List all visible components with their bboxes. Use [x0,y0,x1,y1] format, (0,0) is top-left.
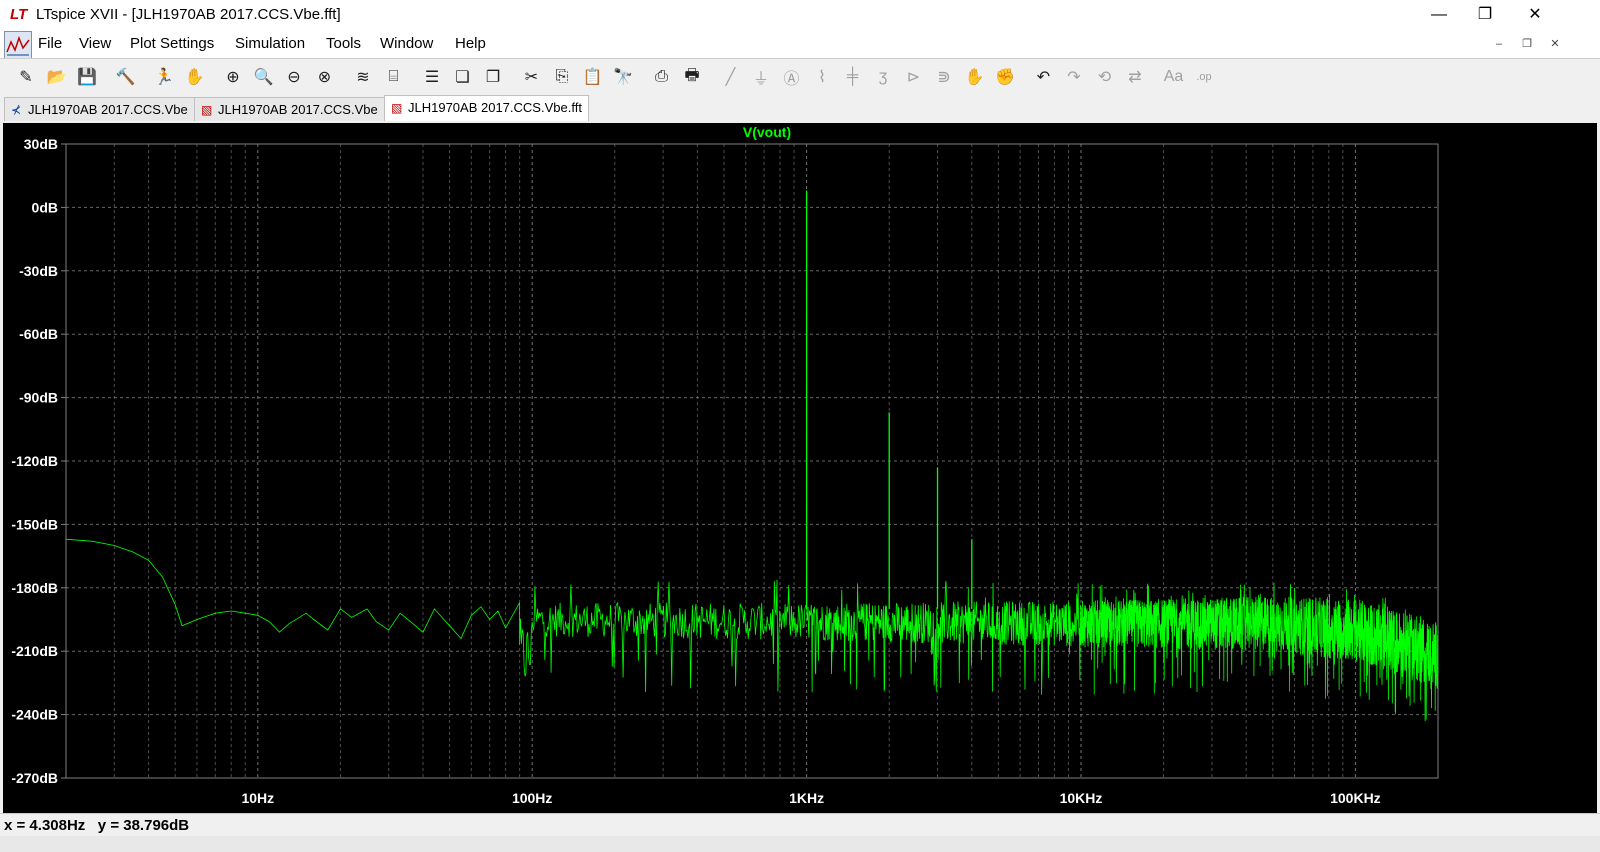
y-tick-label: -60dB [19,326,58,342]
text-icon[interactable]: Aa [1162,65,1186,89]
waveform-icon: ▧ [391,101,403,115]
move-icon[interactable]: ✋ [963,65,987,89]
ground-icon[interactable]: ⏚ [749,65,773,89]
run-icon[interactable]: 🏃 [152,65,176,89]
drag-icon[interactable]: ✊ [993,65,1017,89]
tab-label: JLH1970AB 2017.CCS.Vbe.fft [408,100,582,115]
y-tick-label: 0dB [32,199,58,215]
halt-icon[interactable]: ✋ [183,65,207,89]
menu-window[interactable]: Window [380,35,433,52]
mdi-close-button[interactable]: ✕ [1544,34,1566,54]
x-tick-label: 1KHz [789,790,824,806]
zoom-fit-icon[interactable]: ⊗ [313,65,337,89]
plot-window[interactable]: 30dB 0dB -30dB -60dB -90dB -120dB -150dB -180dB… [3,123,1597,813]
cascade-icon[interactable]: ❏ [451,65,475,89]
trace-vout [65,538,1439,722]
document-tabs: ⊀ JLH1970AB 2017.CCS.Vbe ▧ JLH1970AB 2017.… [0,95,1600,122]
open-icon[interactable]: 📂 [45,65,69,89]
waveform-icon: ▧ [201,103,213,117]
menu-plot-settings[interactable]: Plot Settings [130,35,214,52]
paste-icon[interactable]: 📋 [581,65,605,89]
trace-title: V(vout) [743,124,791,140]
y-tick-label: -210dB [11,643,58,659]
mdi-restore-button[interactable]: ❐ [1516,34,1538,54]
ltspice-logo-icon: LT [10,6,28,23]
mirror-icon[interactable]: ⇄ [1123,65,1147,89]
undo-icon[interactable]: ↶ [1032,65,1056,89]
inductor-icon[interactable]: ʒ [871,65,895,89]
copy-icon[interactable]: ⎘ [550,65,574,89]
status-bar: x = 4.308Hz y = 38.796dB [0,813,1600,836]
x-tick-label: 100Hz [512,790,552,806]
tile-vertical-icon[interactable]: ❐ [481,65,505,89]
y-tick-label: -150dB [11,516,58,532]
fft-plot[interactable]: 30dB 0dB -30dB -60dB -90dB -120dB -150dB -180dB… [3,123,1597,813]
x-tick-label: 10KHz [1060,790,1103,806]
rotate-icon[interactable]: ⟲ [1093,65,1117,89]
cursor-readout: x = 4.308Hz y = 38.796dB [4,817,190,834]
diode-icon[interactable]: ⊳ [902,65,926,89]
print-setup-icon[interactable]: 🖶 [680,65,704,89]
pan-icon[interactable]: 🔍 [252,65,276,89]
save-icon[interactable]: 💾 [75,65,99,89]
menu-bar: File View Plot Settings Simulation Tools… [0,30,1600,59]
y-tick-label: 30dB [24,136,58,152]
control-panel-icon[interactable]: 🔨 [114,65,138,89]
close-button[interactable]: ✕ [1512,0,1558,30]
zoom-area-icon[interactable]: ⊕ [221,65,245,89]
menu-view[interactable]: View [79,35,111,52]
x-tick-label: 100KHz [1330,790,1381,806]
redo-icon[interactable]: ↷ [1062,65,1086,89]
print-icon[interactable]: ⎙ [650,65,674,89]
tile-horizontal-icon[interactable]: ☰ [420,65,444,89]
component-icon[interactable]: ⋑ [932,65,956,89]
x-tick-label: 10Hz [241,790,274,806]
tab-waveform[interactable]: ▧ JLH1970AB 2017.CCS.Vbe [194,97,385,121]
find-icon[interactable]: 🔭 [611,65,635,89]
y-tick-label: -270dB [11,770,58,786]
document-icon[interactable] [4,31,32,59]
measure-icon[interactable]: ⌸ [382,65,406,89]
zoom-out-icon[interactable]: ⊖ [282,65,306,89]
menu-help[interactable]: Help [455,35,486,52]
resistor-icon[interactable]: ⌇ [810,65,834,89]
capacitor-icon[interactable]: ╪ [841,65,865,89]
spice-directive-icon[interactable]: .op [1192,65,1216,89]
wire-icon[interactable]: ╱ [719,65,743,89]
mdi-minimize-button[interactable]: – [1488,34,1510,54]
minimize-button[interactable]: — [1416,0,1462,30]
y-tick-label: -30dB [19,263,58,279]
tab-schematic[interactable]: ⊀ JLH1970AB 2017.CCS.Vbe [4,97,195,121]
y-tick-label: -120dB [11,453,58,469]
menu-file[interactable]: File [38,35,62,52]
menu-simulation[interactable]: Simulation [235,35,305,52]
schematic-icon: ⊀ [11,103,22,117]
window-title: LTspice XVII - [JLH1970AB 2017.CCS.Vbe.f… [36,6,341,23]
waveform-icon [6,35,30,56]
cut-icon[interactable]: ✂ [520,65,544,89]
maximize-button[interactable]: ❐ [1462,0,1508,30]
toolbar: ✎ 📂 💾 🔨 🏃 ✋ ⊕ 🔍 ⊖ ⊗ ≋ ⌸ ☰ ❏ ❐ ✂ ⎘ 📋 🔭 ⎙ 🖶 ╱ ⏚ Ⓐ ⌇ ╪ ʒ ⊳ ⋑ ✋ ✊ ↶ ↷ ⟲ ⇄ Aa .op [0,58,1600,95]
y-tick-label: -90dB [19,390,58,406]
bottom-strip [0,836,1600,852]
tab-label: JLH1970AB 2017.CCS.Vbe [28,102,188,117]
new-schematic-icon[interactable]: ✎ [14,65,38,89]
y-tick-label: -240dB [11,707,58,723]
tab-fft[interactable]: ▧ JLH1970AB 2017.CCS.Vbe.fft [384,95,589,121]
y-tick-label: -180dB [11,580,58,596]
tab-label: JLH1970AB 2017.CCS.Vbe [218,102,378,117]
label-net-icon[interactable]: Ⓐ [780,65,804,89]
menu-tools[interactable]: Tools [326,35,361,52]
title-bar: LT LTspice XVII - [JLH1970AB 2017.CCS.Vb… [0,0,1600,30]
autorange-icon[interactable]: ≋ [351,65,375,89]
